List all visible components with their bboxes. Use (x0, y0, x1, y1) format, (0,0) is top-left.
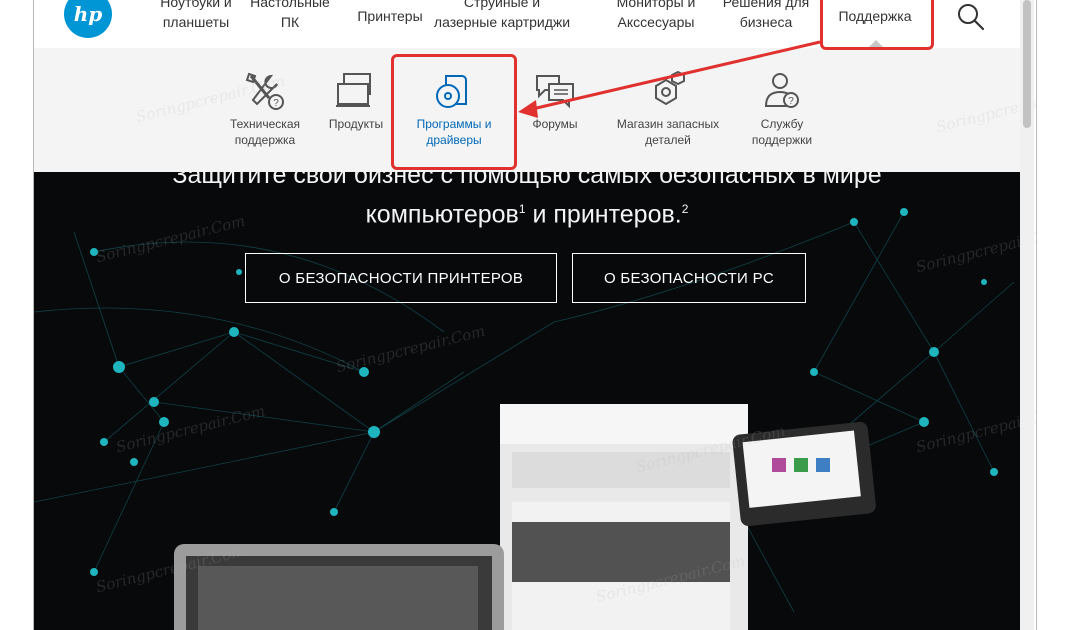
submenu-support-service[interactable]: ? Службу поддержки (734, 70, 830, 148)
nav-laptops[interactable]: Ноутбуки и планшеты (146, 0, 246, 32)
parts-icon (655, 70, 685, 106)
printer-image (500, 404, 876, 630)
support-highlight (820, 0, 934, 50)
scrollbar-thumb[interactable] (1023, 0, 1031, 128)
submenu-forums[interactable]: Форумы (514, 70, 596, 132)
svg-text:?: ? (788, 96, 794, 107)
devices-icon (336, 73, 371, 107)
vertical-scrollbar[interactable] (1020, 0, 1034, 630)
submenu-parts-store[interactable]: Магазин запасных деталей (604, 70, 732, 148)
nav-desktops[interactable]: Настольные ПК (242, 0, 338, 32)
submenu-products[interactable]: Продукты (318, 70, 394, 132)
svg-text:?: ? (273, 98, 279, 109)
nav-monitors[interactable]: Мониторы и Акссесуары (600, 0, 712, 32)
printer-security-button[interactable]: О БЕЗОПАСНОСТИ ПРИНТЕРОВ (245, 253, 557, 303)
browser-page: hp Ноутбуки и планшеты Настольные ПК При… (33, 0, 1037, 630)
pc-security-button[interactable]: О БЕЗОПАСНОСТИ PC (572, 253, 806, 303)
hero-title: Защитите свой бизнес с помощью самых без… (172, 172, 882, 229)
nav-cartridges[interactable]: Струйные и лазерные картриджи (432, 0, 572, 32)
hp-logo[interactable]: hp (64, 0, 112, 38)
forum-icon (536, 75, 574, 109)
nav-printers[interactable]: Принтеры (350, 6, 430, 26)
software-highlight (391, 54, 517, 170)
search-icon[interactable] (956, 2, 986, 32)
support-person-icon: ? (764, 73, 799, 108)
nav-business[interactable]: Решения для бизнеса (716, 0, 816, 32)
